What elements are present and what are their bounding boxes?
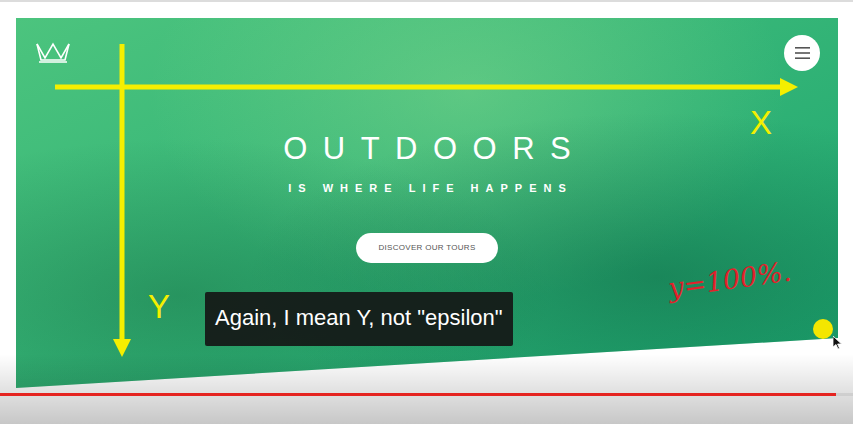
pointer-highlight [813, 319, 833, 339]
annotation-layer: X Y y=100%. [0, 2, 853, 424]
player-shade [0, 354, 853, 424]
discover-button[interactable]: DISCOVER OUR TOURS [356, 233, 497, 263]
menu-button[interactable] [784, 35, 820, 71]
hero-subtitle: IS WHERE LIFE HAPPENS [281, 181, 573, 195]
mouse-cursor-icon [833, 336, 843, 350]
y-axis-label: Y [148, 290, 170, 323]
x-axis-label: X [750, 106, 772, 139]
progress-fill [0, 393, 836, 396]
crown-logo-icon [35, 40, 71, 64]
axis-arrows-icon [0, 2, 853, 424]
hero-title: OUTDOORS [268, 131, 587, 167]
hamburger-icon [795, 47, 810, 59]
subtitle-caption: Again, I mean Y, not "epsilon" [205, 292, 513, 346]
hero-header [16, 18, 838, 71]
video-frame: OUTDOORS IS WHERE LIFE HAPPENS DISCOVER … [0, 0, 853, 424]
progress-track[interactable] [0, 393, 853, 396]
hero-content: OUTDOORS IS WHERE LIFE HAPPENS DISCOVER … [16, 71, 838, 263]
handwritten-note: y=100%. [666, 256, 793, 305]
